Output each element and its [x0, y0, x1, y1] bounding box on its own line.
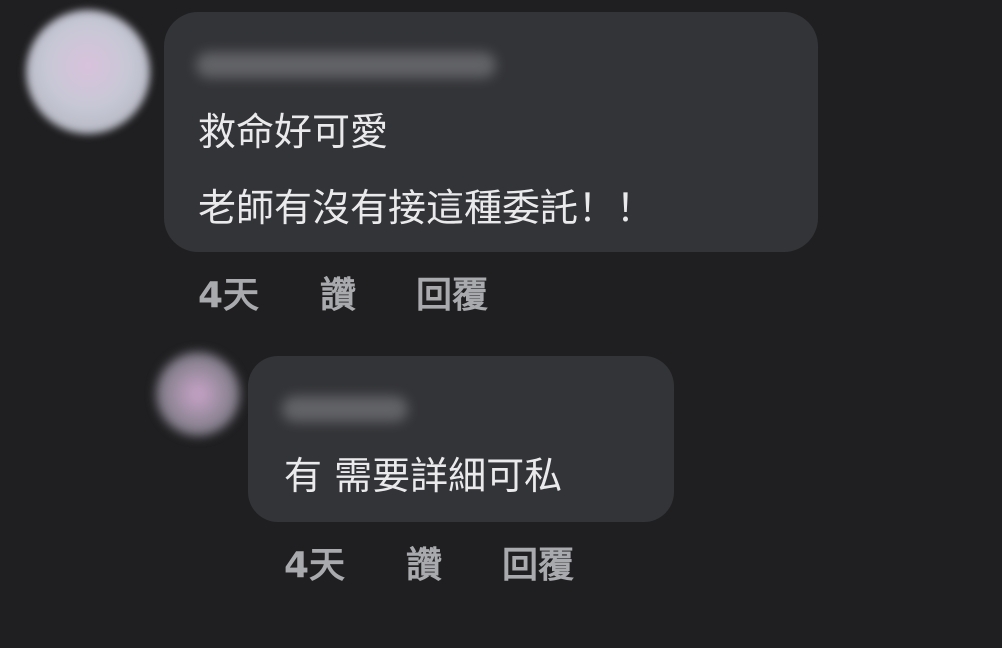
- comment-actions: 4天 讚 回覆: [198, 276, 488, 316]
- reply-button[interactable]: 回覆: [416, 276, 488, 316]
- comment-actions: 4天 讚 回覆: [284, 546, 574, 586]
- comment-text-line: 有 需要詳細可私: [284, 454, 563, 498]
- comment-thread: 救命好可愛 老師有沒有接這種委託！！ 4天 讚 回覆 有 需要詳細可私 4天 讚…: [0, 0, 1002, 648]
- comment-text-line: 老師有沒有接這種委託！！: [198, 186, 655, 230]
- avatar[interactable]: [156, 352, 240, 436]
- like-button[interactable]: 讚: [320, 276, 416, 316]
- author-name-blurred[interactable]: [196, 52, 496, 78]
- comment-text-line: 救命好可愛: [198, 110, 389, 154]
- reply-button[interactable]: 回覆: [502, 546, 574, 586]
- author-name-blurred[interactable]: [282, 396, 408, 422]
- comment-timestamp[interactable]: 4天: [284, 546, 406, 586]
- like-button[interactable]: 讚: [406, 546, 502, 586]
- comment-timestamp[interactable]: 4天: [198, 276, 320, 316]
- avatar[interactable]: [26, 10, 150, 134]
